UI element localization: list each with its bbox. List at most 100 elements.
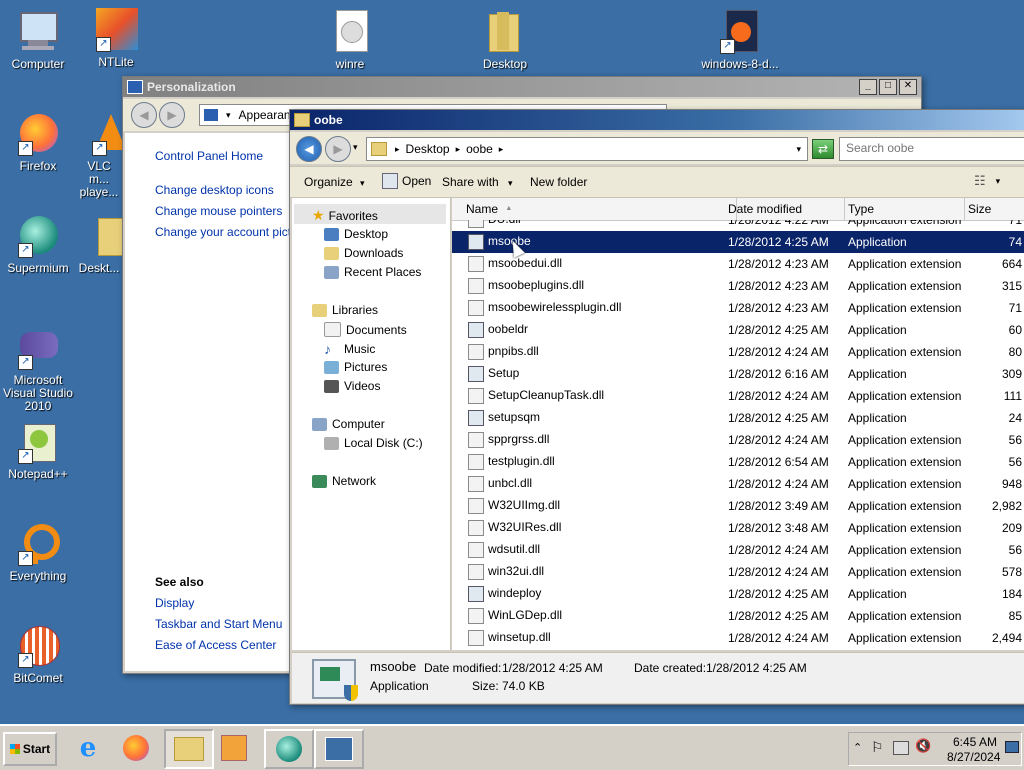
file-row[interactable]: msoobedui.dll 1/28/2012 4:23 AM Applicatio… <box>452 253 1024 275</box>
tree-music[interactable]: ♪ Music <box>324 341 375 357</box>
taskbar-firefox[interactable] <box>118 732 154 764</box>
tree-libraries[interactable]: Libraries <box>312 303 378 317</box>
desktop-icon-firefox[interactable]: ↗ Firefox <box>0 112 78 173</box>
tree-favorites[interactable]: ★ Favorites <box>312 207 378 224</box>
file-name-cell[interactable]: spprgrss.dll <box>468 432 718 448</box>
file-row[interactable]: W32UIRes.dll 1/28/2012 3:48 AM Application… <box>452 517 1024 539</box>
file-name-cell[interactable]: Setup <box>468 366 718 382</box>
file-name-cell[interactable]: msoobewirelessplugin.dll <box>468 300 718 316</box>
file-row[interactable]: unbcl.dll 1/28/2012 4:24 AM Application ex… <box>452 473 1024 495</box>
file-row[interactable]: W32UIImg.dll 1/28/2012 3:49 AM Application… <box>452 495 1024 517</box>
file-row[interactable]: spprgrss.dll 1/28/2012 4:24 AM Application… <box>452 429 1024 451</box>
file-row[interactable]: SetupCleanupTask.dll 1/28/2012 4:24 AM App… <box>452 385 1024 407</box>
file-row[interactable]: winsetup.dll 1/28/2012 4:24 AM Application… <box>452 627 1024 649</box>
link-display[interactable]: Display <box>155 596 194 610</box>
link-taskbar-start-menu[interactable]: Taskbar and Start Menu <box>155 617 282 631</box>
back-button[interactable]: ◀ <box>296 136 322 162</box>
network-tray-icon[interactable] <box>893 741 909 755</box>
tree-documents[interactable]: Documents <box>324 322 407 337</box>
tree-pictures[interactable]: Pictures <box>324 360 387 374</box>
search-box[interactable] <box>839 137 1024 161</box>
taskbar-control-panel[interactable] <box>314 729 364 769</box>
view-options-button[interactable]: ☷ ▾ <box>974 173 1000 189</box>
show-hidden-icons-button[interactable]: ⌃ <box>853 741 862 754</box>
file-name-cell[interactable]: winsetup.dll <box>468 630 718 646</box>
open-button[interactable]: Open <box>382 173 431 189</box>
file-row[interactable]: DU.dll 1/28/2012 4:22 AM Application exten… <box>452 220 1024 231</box>
close-button[interactable]: ✕ <box>899 79 917 95</box>
start-button[interactable]: Start <box>3 732 57 766</box>
action-center-flag-icon[interactable]: ⚐ <box>871 739 884 756</box>
link-change-account-picture[interactable]: Change your account picture <box>155 225 308 239</box>
link-ease-of-access[interactable]: Ease of Access Center <box>155 638 276 652</box>
taskbar-media-player[interactable] <box>216 732 252 764</box>
tree-downloads[interactable]: Downloads <box>324 246 403 260</box>
file-name-cell[interactable]: win32ui.dll <box>468 564 718 580</box>
file-name-cell[interactable]: unbcl.dll <box>468 476 718 492</box>
new-folder-button[interactable]: New folder <box>530 175 587 189</box>
tree-videos[interactable]: Videos <box>324 379 380 393</box>
clock-date[interactable]: 8/27/2024 <box>947 750 1000 764</box>
address-bar[interactable]: ▸ Desktop ▸ oobe ▸ ▾ <box>366 137 808 161</box>
back-button[interactable]: ◀ <box>131 102 157 128</box>
file-row[interactable]: oobeldr 1/28/2012 4:25 AM Application 60 <box>452 319 1024 341</box>
breadcrumb-oobe[interactable]: oobe <box>466 142 493 156</box>
share-with-button[interactable]: Share with ▾ <box>442 175 513 189</box>
link-change-mouse-pointers[interactable]: Change mouse pointers <box>155 204 282 218</box>
taskbar-explorer[interactable] <box>164 729 214 769</box>
organize-button[interactable]: Organize ▾ <box>304 175 365 189</box>
forward-button[interactable]: ▶ <box>325 136 351 162</box>
file-name-cell[interactable]: pnpibs.dll <box>468 344 718 360</box>
taskbar-supermium[interactable] <box>264 729 314 769</box>
breadcrumb-desktop[interactable]: Desktop <box>406 142 450 156</box>
chevron-down-icon[interactable]: ▾ <box>796 144 801 155</box>
desktop-icon-supermium[interactable]: ↗ Supermium <box>0 214 78 275</box>
link-change-desktop-icons[interactable]: Change desktop icons <box>155 183 274 197</box>
personalization-titlebar[interactable]: Personalization _ □ ✕ <box>123 77 921 97</box>
tree-desktop[interactable]: Desktop <box>324 227 388 241</box>
file-row[interactable]: msoobewirelessplugin.dll 1/28/2012 4:23 A… <box>452 297 1024 319</box>
file-row[interactable]: windeploy 1/28/2012 4:25 AM Application 184 <box>452 583 1024 605</box>
refresh-button[interactable]: ⇄ <box>812 139 834 159</box>
file-name-cell[interactable]: W32UIImg.dll <box>468 498 718 514</box>
desktop-icon-notepadpp[interactable]: ↗ Notepad++ <box>0 420 78 481</box>
desktop-icon-ntlite[interactable]: ↗ NTLite <box>76 8 156 69</box>
file-name-cell[interactable]: testplugin.dll <box>468 454 718 470</box>
file-row[interactable]: win32ui.dll 1/28/2012 4:24 AM Application … <box>452 561 1024 583</box>
explorer-titlebar[interactable]: oobe <box>290 110 1024 130</box>
explorer-window[interactable]: oobe ◀ ▶ ▾ ▸ Desktop ▸ oobe ▸ ▾ ⇄ Organi… <box>289 109 1024 705</box>
file-name-cell[interactable]: msoobe <box>468 234 718 250</box>
desktop-icon-bitcomet[interactable]: ↗ BitComet <box>0 624 78 685</box>
file-name-cell[interactable]: W32UIRes.dll <box>468 520 718 536</box>
taskbar-internet-explorer[interactable]: e <box>70 732 106 764</box>
file-row[interactable]: msoobe 1/28/2012 4:25 AM Application 74 <box>452 231 1024 253</box>
file-name-cell[interactable]: msoobedui.dll <box>468 256 718 272</box>
tree-computer[interactable]: Computer <box>312 417 385 431</box>
desktop-icon-vlc[interactable]: ↗ VLC m... playe... <box>76 112 122 199</box>
file-name-cell[interactable]: SetupCleanupTask.dll <box>468 388 718 404</box>
file-row[interactable]: testplugin.dll 1/28/2012 6:54 AM Applicati… <box>452 451 1024 473</box>
file-row[interactable]: wdsutil.dll 1/28/2012 4:24 AM Application … <box>452 539 1024 561</box>
file-row[interactable]: Setup 1/28/2012 6:16 AM Application 309 <box>452 363 1024 385</box>
file-name-cell[interactable]: setupsqm <box>468 410 718 426</box>
forward-button[interactable]: ▶ <box>159 102 185 128</box>
desktop-icon-windows-8[interactable]: ↗ windows-8-d... <box>700 10 780 71</box>
desktop-icon-computer[interactable]: Computer <box>0 10 78 71</box>
file-row[interactable]: setupsqm 1/28/2012 4:25 AM Application 24 <box>452 407 1024 429</box>
chevron-down-icon[interactable]: ▾ <box>353 142 358 153</box>
desktop-icon-visual-studio[interactable]: ↗ Microsoft Visual Studio 2010 <box>0 326 78 413</box>
file-name-cell[interactable]: msoobeplugins.dll <box>468 278 718 294</box>
tree-network[interactable]: Network <box>312 474 376 488</box>
file-row[interactable]: pnpibs.dll 1/28/2012 4:24 AM Application e… <box>452 341 1024 363</box>
file-name-cell[interactable]: DU.dll <box>468 220 718 228</box>
column-name[interactable]: Name ▲ <box>452 198 737 220</box>
maximize-button[interactable]: □ <box>879 79 897 95</box>
file-row[interactable]: WinLGDep.dll 1/28/2012 4:25 AM Application… <box>452 605 1024 627</box>
search-input[interactable] <box>840 138 1024 158</box>
desktop-icon-winre[interactable]: winre <box>310 10 390 71</box>
column-size[interactable]: Size <box>964 198 1024 220</box>
minimize-button[interactable]: _ <box>859 79 877 95</box>
file-name-cell[interactable]: oobeldr <box>468 322 718 338</box>
column-type[interactable]: Type <box>844 198 965 220</box>
tree-local-disk[interactable]: Local Disk (C:) <box>324 436 423 450</box>
